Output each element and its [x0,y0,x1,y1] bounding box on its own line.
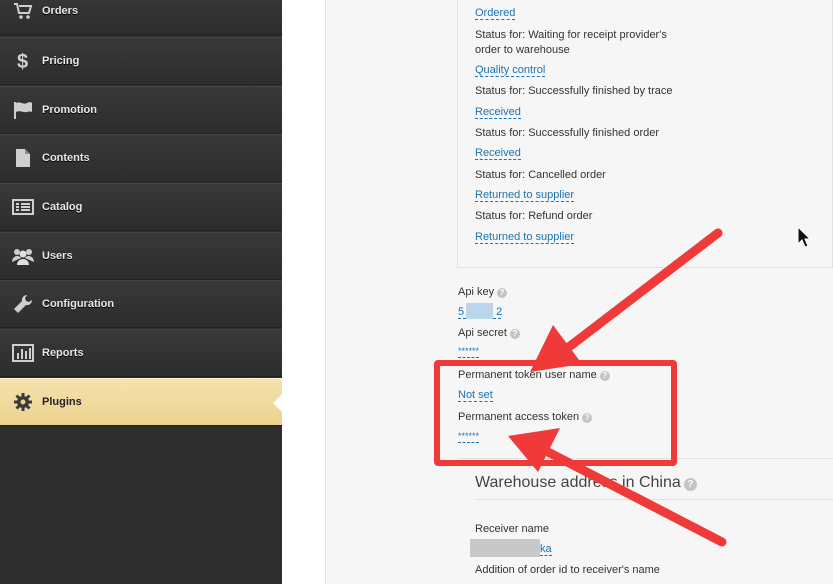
list-icon [11,195,35,219]
sidebar-item-label: Pricing [42,55,80,67]
sidebar-item-plugins[interactable]: Plugins [0,378,283,426]
svg-text:$: $ [17,51,28,72]
trace-status-label: Status for: Successfully finished by tra… [475,85,673,97]
trace-status-select[interactable]: Received [475,106,521,119]
sidebar-item-contents[interactable]: Contents [0,134,282,182]
api-secret-value[interactable]: ****** [458,345,480,358]
sidebar-item-label: Catalog [42,201,83,213]
bar-chart-icon [11,341,35,365]
flag-icon [11,98,35,122]
help-icon[interactable]: ? [683,478,697,491]
sidebar-item-reports[interactable]: Reports [0,329,282,377]
redacted-mask [470,539,540,557]
sidebar-item-orders[interactable]: Orders [0,0,282,35]
dollar-icon: $ [11,49,35,73]
sidebar-item-label: Plugins [42,396,82,408]
redacted-mask [466,303,493,319]
sidebar-item-catalog[interactable]: Catalog [0,183,282,231]
cart-icon [11,0,35,23]
ordered-status-select[interactable]: Ordered [475,7,516,20]
order-id-addition-label: Addition of order id to receiver's name [475,564,660,576]
sidebar-item-label: Configuration [42,298,115,310]
users-icon [11,244,35,268]
sidebar-item-label: Orders [42,5,79,17]
finished-status-select[interactable]: Received [475,147,521,160]
sidebar-item-label: Contents [42,152,90,164]
receiver-name-value[interactable]: ka [540,543,552,556]
api-key-label: Api key? [458,286,508,298]
waiting-status-label-line1: Status for: Waiting for receipt provider… [475,29,667,41]
receiver-name-label: Receiver name [475,523,549,535]
sidebar-item-promotion[interactable]: Promotion [0,86,282,134]
help-icon[interactable]: ? [497,288,508,298]
sidebar-item-label: Reports [42,347,84,359]
sidebar-item-label: Promotion [42,104,97,116]
sidebar-item-label: Users [42,250,73,262]
waiting-status-label-line2: order to warehouse [475,44,570,56]
warehouse-section-title: Warehouse address in China? [475,474,697,492]
sidebar-item-pricing[interactable]: $ Pricing [0,37,282,85]
api-secret-label: Api secret? [458,327,520,339]
refund-status-select[interactable]: Returned to supplier [475,231,575,244]
sidebar-item-configuration[interactable]: Configuration [0,280,282,328]
gear-icon [11,390,35,414]
waiting-status-select[interactable]: Quality control [475,64,546,77]
refund-status-label: Status for: Refund order [475,210,593,222]
section-divider [475,499,833,500]
cancelled-status-select[interactable]: Returned to supplier [475,189,575,202]
mouse-cursor-icon [797,226,811,248]
wrench-icon [11,292,35,316]
annotation-highlight-box [434,360,677,466]
finished-status-label: Status for: Successfully finished order [475,127,660,139]
sidebar-item-users[interactable]: Users [0,232,282,280]
sidebar: Orders $ Pricing Promotion Contents Cata… [0,0,283,584]
help-icon[interactable]: ? [509,329,520,339]
document-icon [11,146,35,170]
cancelled-status-label: Status for: Cancelled order [475,169,606,181]
